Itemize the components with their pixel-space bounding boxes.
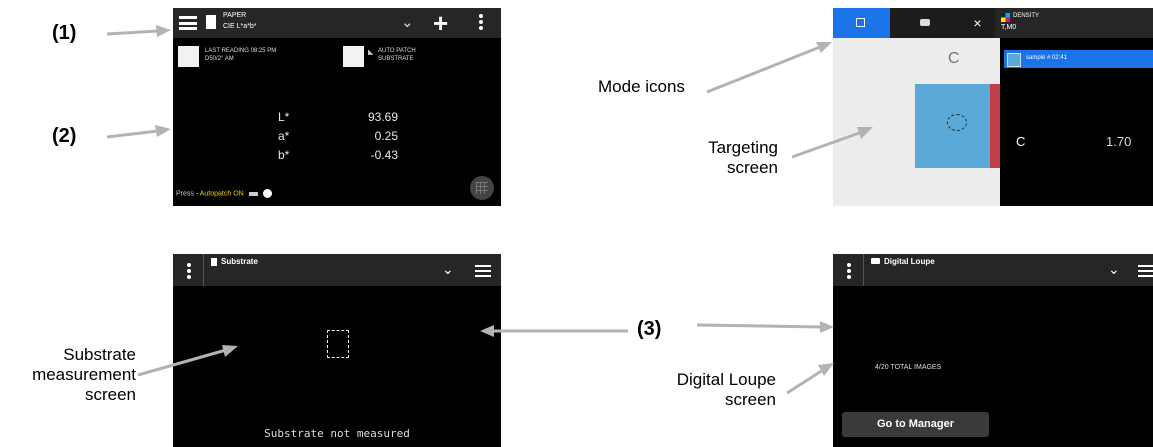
callout-arrows xyxy=(106,25,873,395)
arrow-digital-loupe xyxy=(786,368,824,395)
arrow-substrate xyxy=(137,348,227,377)
arrow-2 xyxy=(106,129,159,139)
arrow-mode-icons xyxy=(706,45,821,94)
arrow-3-right xyxy=(696,323,823,329)
arrow-1 xyxy=(106,29,159,36)
arrow-targeting xyxy=(791,130,863,159)
